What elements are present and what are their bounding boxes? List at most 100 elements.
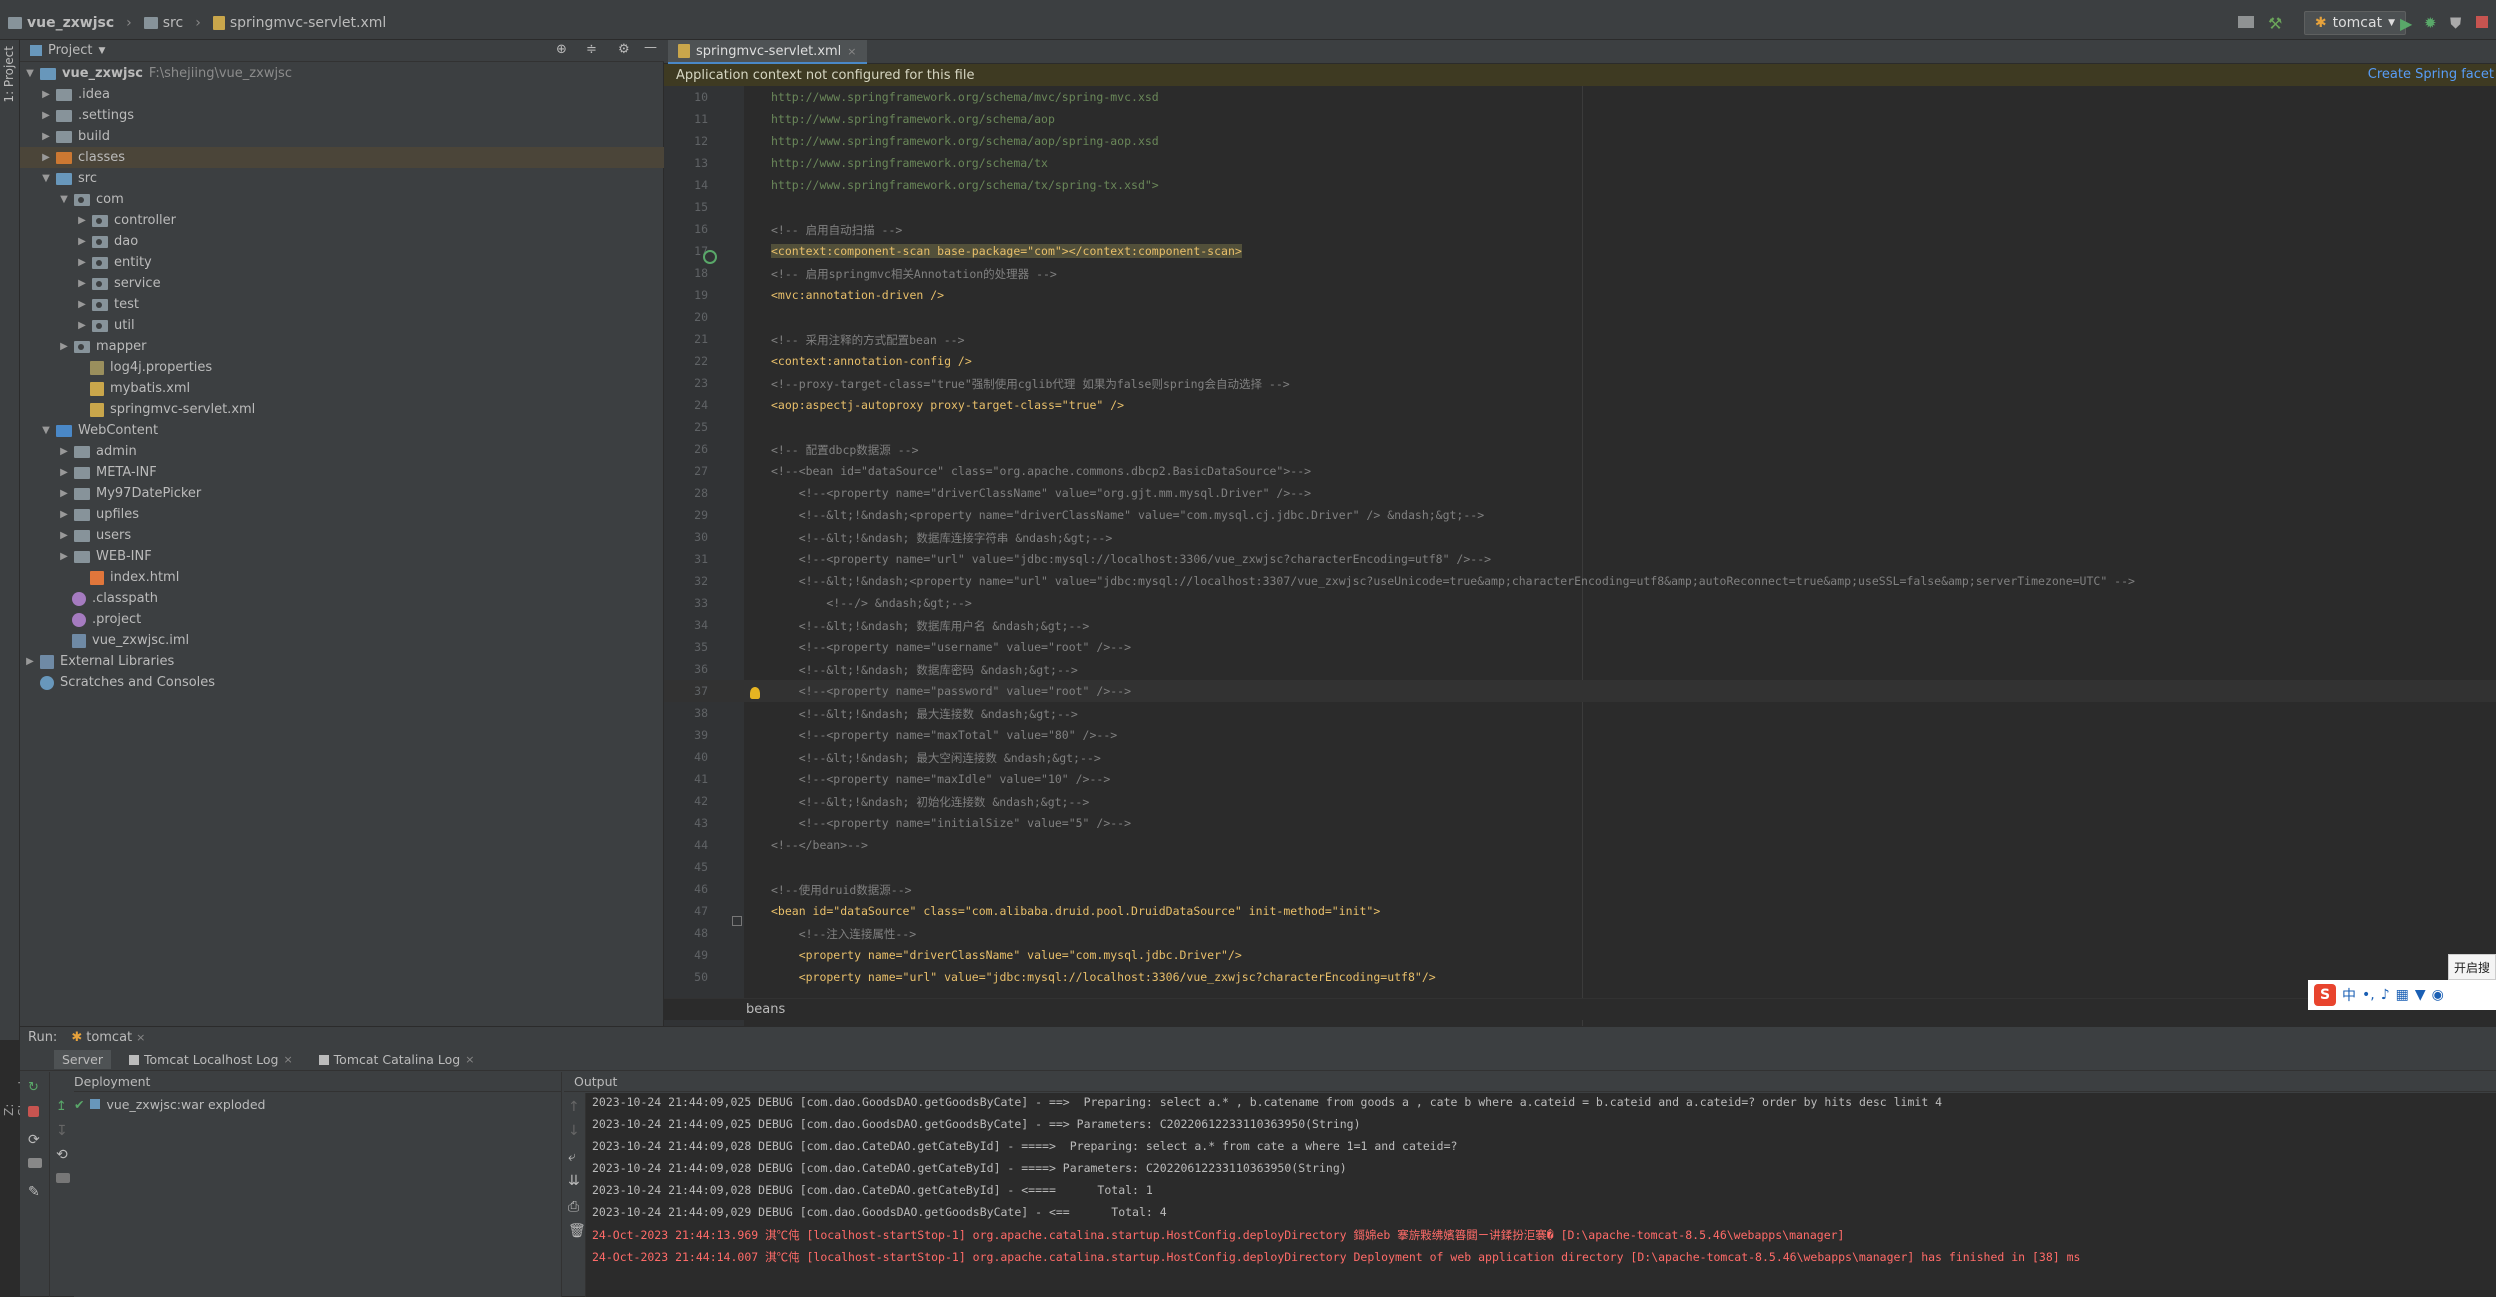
collapsed-arrow-icon[interactable]: ▶ [76, 215, 88, 226]
code-line[interactable]: 40 <!--&lt;!&ndash; 最大空闲连接数 &ndash;&gt;-… [664, 746, 2496, 768]
tree-item[interactable]: ▶ admin [20, 441, 664, 462]
collapsed-arrow-icon[interactable]: ▶ [40, 89, 52, 100]
code-line[interactable]: 34 <!--&lt;!&ndash; 数据库用户名 &ndash;&gt;--… [664, 614, 2496, 636]
hide-panel-icon[interactable]: — [644, 40, 657, 55]
code-line[interactable]: 13 http://www.springframework.org/schema/… [664, 152, 2496, 174]
toolbox-icon[interactable]: ◉ [2432, 987, 2444, 1003]
tree-item[interactable]: ▶ test [20, 294, 664, 315]
code-line[interactable]: 35 <!--<property name="username" value="… [664, 636, 2496, 658]
code-line[interactable]: 12 http://www.springframework.org/schema/… [664, 130, 2496, 152]
code-line[interactable]: 43 <!--<property name="initialSize" valu… [664, 812, 2496, 834]
collapsed-arrow-icon[interactable]: ▶ [76, 299, 88, 310]
code-line[interactable]: 49 <property name="driverClassName" valu… [664, 944, 2496, 966]
tree-item[interactable]: ▶ util [20, 315, 664, 336]
collapsed-arrow-icon[interactable]: ▶ [58, 446, 70, 457]
create-spring-facet-link[interactable]: Create Spring facet [2368, 67, 2494, 82]
code-line[interactable]: 45 [664, 856, 2496, 878]
expanded-arrow-icon[interactable]: ▼ [58, 194, 70, 205]
tree-item[interactable]: log4j.properties [20, 357, 664, 378]
project-tool-tab[interactable]: 1: Project [2, 46, 16, 103]
tree-item[interactable]: ▶ My97DatePicker [20, 483, 664, 504]
debug-icon[interactable]: ✹ [2424, 14, 2440, 32]
editor-tab-springmvc-servlet[interactable]: springmvc-servlet.xml × [668, 40, 867, 64]
code-line[interactable]: 26 <!-- 配置dbcp数据源 --> [664, 438, 2496, 460]
punctuation-icon[interactable]: •, [2362, 987, 2375, 1003]
collapsed-arrow-icon[interactable]: ▶ [58, 467, 70, 478]
run-tab-tomcat[interactable]: ✱ tomcat × [71, 1030, 145, 1045]
collapsed-arrow-icon[interactable]: ▶ [40, 110, 52, 121]
spring-bean-gutter-icon[interactable] [703, 250, 717, 264]
expanded-arrow-icon[interactable]: ▼ [40, 425, 52, 436]
tree-item[interactable]: ▶ META-INF [20, 462, 664, 483]
code-line[interactable]: 10 http://www.springframework.org/schema/… [664, 86, 2496, 108]
gear-icon[interactable]: ⚙ [618, 42, 630, 57]
code-line[interactable]: 29 <!--&lt;!&ndash;<property name="drive… [664, 504, 2496, 526]
collapsed-arrow-icon[interactable]: ▶ [58, 341, 70, 352]
keyboard-icon[interactable]: ▦ [2396, 987, 2409, 1003]
code-line[interactable]: 19 <mvc:annotation-driven /> [664, 284, 2496, 306]
pin-icon[interactable]: ✎ [28, 1184, 42, 1200]
down-arrow-icon[interactable]: ↓ [568, 1123, 582, 1139]
code-line[interactable]: 46 <!--使用druid数据源--> [664, 878, 2496, 900]
code-line[interactable]: 14 http://www.springframework.org/schema/… [664, 174, 2496, 196]
layout-icon[interactable] [2238, 16, 2254, 28]
code-line[interactable]: 38 <!--&lt;!&ndash; 最大连接数 &ndash;&gt;--> [664, 702, 2496, 724]
close-icon[interactable]: × [283, 1053, 292, 1066]
code-line[interactable]: 17 <context:component-scan base-package="… [664, 240, 2496, 262]
collapsed-arrow-icon[interactable]: ▶ [58, 509, 70, 520]
chevron-down-icon[interactable]: ▼ [98, 46, 105, 56]
code-line[interactable]: 47 <bean id="dataSource" class="com.aliba… [664, 900, 2496, 922]
stop-icon[interactable] [2476, 16, 2488, 28]
tree-item[interactable]: ▼ src [20, 168, 664, 189]
collapsed-arrow-icon[interactable]: ▶ [76, 320, 88, 331]
expanded-arrow-icon[interactable]: ▼ [40, 173, 52, 184]
code-line[interactable]: 23 <!--proxy-target-class="true"强制使用cglib… [664, 372, 2496, 394]
run-configuration-select[interactable]: ✱ tomcat ▼ [2303, 11, 2406, 35]
collapsed-arrow-icon[interactable]: ▶ [58, 530, 70, 541]
ime-toolbar[interactable]: S 中 •, ♪ ▦ ▼ ◉ [2308, 980, 2496, 1010]
code-line[interactable]: 42 <!--&lt;!&ndash; 初始化连接数 &ndash;&gt;--… [664, 790, 2496, 812]
code-line[interactable]: 39 <!--<property name="maxTotal" value="… [664, 724, 2496, 746]
collapsed-arrow-icon[interactable]: ▶ [24, 656, 36, 667]
editor-breadcrumb-beans[interactable]: beans [746, 1002, 785, 1017]
code-line[interactable]: 20 [664, 306, 2496, 328]
tab-tomcat-localhost-log[interactable]: Tomcat Localhost Log × [121, 1050, 301, 1069]
code-line[interactable]: 15 [664, 196, 2496, 218]
breadcrumb-file[interactable]: springmvc-servlet.xml [212, 15, 386, 31]
close-icon[interactable]: × [136, 1031, 145, 1044]
close-icon[interactable]: × [465, 1053, 474, 1066]
tree-item[interactable]: ▶ controller [20, 210, 664, 231]
tree-item[interactable]: mybatis.xml [20, 378, 664, 399]
code-line[interactable]: 41 <!--<property name="maxIdle" value="1… [664, 768, 2496, 790]
breadcrumb-project[interactable]: vue_zxwjsc [8, 15, 114, 31]
tree-root[interactable]: ▼ vue_zxwjsc F:\shejiing\vue_zxwjsc [20, 63, 664, 84]
console-output[interactable]: 2023-10-24 21:44:09,025 DEBUG [com.dao.G… [586, 1093, 2496, 1297]
tree-item[interactable]: springmvc-servlet.xml [20, 399, 664, 420]
code-line[interactable]: 44 <!--</bean>--> [664, 834, 2496, 856]
run-icon[interactable]: ▶ [2400, 14, 2416, 33]
tab-server[interactable]: Server [54, 1050, 111, 1069]
tree-item[interactable]: ▼ WebContent [20, 420, 664, 441]
code-line[interactable]: 11 http://www.springframework.org/schema/… [664, 108, 2496, 130]
collapsed-arrow-icon[interactable]: ▶ [76, 236, 88, 247]
close-icon[interactable]: × [847, 45, 856, 58]
breadcrumb-src[interactable]: src [143, 15, 183, 31]
collapsed-arrow-icon[interactable]: ▶ [40, 152, 52, 163]
tree-item[interactable]: .project [20, 609, 664, 630]
code-line[interactable]: 48 <!--注入连接属性--> [664, 922, 2496, 944]
stop-icon[interactable] [28, 1106, 39, 1117]
tree-item-selected[interactable]: ▶ classes [20, 147, 664, 168]
update-icon[interactable]: ⟳ [28, 1132, 42, 1148]
code-line[interactable]: 28 <!--<property name="driverClassName" … [664, 482, 2496, 504]
print-icon[interactable]: ⎙ [568, 1199, 582, 1215]
tree-item[interactable]: vue_zxwjsc.iml [20, 630, 664, 651]
collapse-all-icon[interactable]: ≑ [586, 42, 597, 57]
code-line[interactable]: 21 <!-- 采用注释的方式配置bean --> [664, 328, 2496, 350]
scroll-to-end-icon[interactable]: ⇊ [568, 1173, 582, 1189]
tree-item[interactable]: ▶ service [20, 273, 664, 294]
collapsed-arrow-icon[interactable]: ▶ [40, 131, 52, 142]
code-line[interactable]: 32 <!--&lt;!&ndash;<property name="url" … [664, 570, 2496, 592]
code-line[interactable]: 33 <!--/> &ndash;&gt;--> [664, 592, 2496, 614]
project-view-selector[interactable]: Project [48, 43, 92, 58]
code-line[interactable]: 36 <!--&lt;!&ndash; 数据库密码 &ndash;&gt;--> [664, 658, 2496, 680]
